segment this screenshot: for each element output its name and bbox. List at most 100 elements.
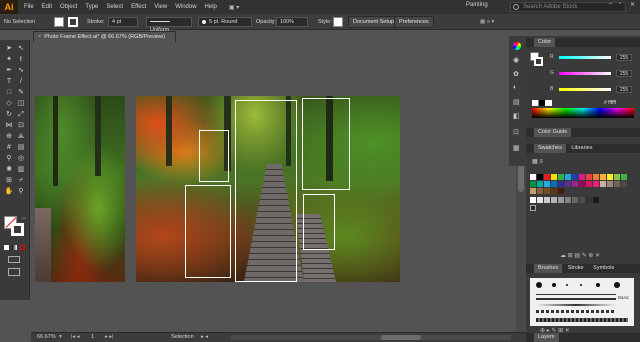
graphic-styles-icon[interactable]: ✿ [513, 70, 519, 78]
align-icon[interactable]: ▤ [513, 98, 520, 106]
transform-icon[interactable]: ⊡ [513, 128, 519, 136]
gradient-mode-icon[interactable] [12, 245, 17, 250]
blend-tool-icon[interactable]: ◎ [16, 154, 26, 163]
zoom-level[interactable]: 66.67% [37, 333, 56, 342]
opacity-field[interactable]: 100% [276, 17, 308, 27]
menu-help[interactable]: Help [205, 4, 217, 10]
frame-rectangle[interactable] [235, 100, 297, 282]
arrange-icon[interactable]: ▦ ≡ ▾ [480, 17, 494, 27]
color-mode-icon[interactable] [4, 245, 9, 250]
color-panel-icon[interactable] [513, 42, 521, 50]
none-mode-icon[interactable] [20, 245, 25, 250]
hex-field[interactable]: # ffffff [604, 100, 616, 106]
gradient-tool-icon[interactable]: ▤ [16, 143, 26, 152]
bridge-icon[interactable]: ▣ ▾ [229, 4, 239, 11]
swatch-grid[interactable] [530, 174, 634, 214]
preferences-button[interactable]: Preferences [394, 16, 434, 28]
slice-tool-icon[interactable]: ⌿ [16, 176, 26, 185]
opacity-label[interactable]: Opacity: [256, 17, 276, 27]
rectangle-tool-icon[interactable]: □ [4, 88, 14, 97]
horizontal-scroll-thumb[interactable] [381, 335, 421, 340]
transparency-icon[interactable]: ◐ [513, 84, 517, 91]
shaper-tool-icon[interactable]: ◇ [4, 99, 14, 108]
status-menu-icon[interactable]: ▸ ◂ [201, 333, 208, 342]
red-track[interactable] [559, 56, 611, 59]
lasso-tool-icon[interactable]: ℓ [16, 55, 26, 64]
frame-rectangle[interactable] [185, 185, 231, 278]
blue-track[interactable] [559, 88, 611, 91]
document-canvas[interactable] [31, 42, 526, 332]
column-graph-tool-icon[interactable]: ▥ [16, 165, 26, 174]
menu-type[interactable]: Type [85, 4, 98, 10]
free-transform-tool-icon[interactable]: ⊡ [16, 121, 26, 130]
variable-width-profile[interactable]: Uniform [146, 17, 192, 33]
symbol-sprayer-tool-icon[interactable]: ✺ [4, 165, 14, 174]
color-guide-header[interactable]: Color Guide [526, 128, 640, 137]
artboard-tool-icon[interactable]: ⊞ [4, 176, 14, 185]
direct-selection-tool-icon[interactable]: ↖ [16, 44, 26, 53]
graphic-style-swatch[interactable] [333, 17, 343, 27]
mesh-tool-icon[interactable]: # [4, 143, 14, 152]
appearance-panel-icon[interactable]: ◉ [513, 56, 519, 64]
selection-tool-icon[interactable]: ➤ [4, 44, 14, 53]
horizontal-scrollbar[interactable] [231, 335, 511, 340]
maximize-button[interactable]: ▫ [619, 1, 621, 7]
scale-tool-icon[interactable]: ⤢ [16, 110, 26, 119]
document-setup-button[interactable]: Document Setup [348, 16, 399, 28]
stroke-weight-field[interactable]: 4 pt [108, 17, 138, 27]
stroke-swatch[interactable] [68, 17, 78, 27]
brush-stroke[interactable] [536, 310, 616, 313]
hand-tool-icon[interactable]: ✋ [4, 187, 14, 196]
type-tool-icon[interactable]: T [4, 77, 14, 86]
fill-swatch[interactable] [54, 17, 64, 27]
brush-stroke[interactable] [536, 294, 616, 295]
artboard-nav-first[interactable]: |◂ ◂ [71, 333, 79, 342]
none-white-black-swatches[interactable] [532, 100, 552, 106]
menu-edit[interactable]: Edit [42, 4, 52, 10]
layers-header[interactable]: Layers [526, 333, 640, 342]
brushes-header[interactable]: Brushes Stroke Symbols [526, 264, 640, 273]
libraries-tab[interactable]: Libraries [567, 144, 596, 153]
brush-stroke[interactable] [536, 298, 616, 300]
shape-builder-tool-icon[interactable]: ⊕ [4, 132, 14, 141]
brush-library[interactable]: Basic [530, 278, 634, 326]
frame-rectangle[interactable] [199, 130, 229, 182]
color-guide-tab[interactable]: Color Guide [534, 128, 572, 137]
close-window-button[interactable]: ✕ [630, 1, 635, 8]
brush-stroke[interactable] [536, 304, 616, 306]
magic-wand-tool-icon[interactable]: ✦ [4, 55, 14, 64]
rotate-tool-icon[interactable]: ↻ [4, 110, 14, 119]
close-document-icon[interactable]: × [38, 34, 41, 40]
stroke-tab[interactable]: Stroke [564, 264, 588, 273]
brush-definition[interactable]: 5 pt. Round [198, 17, 252, 27]
artboards-icon[interactable]: ▦ [513, 144, 520, 152]
brush-dot[interactable] [552, 283, 556, 287]
swap-fill-stroke-icon[interactable]: ↔ [21, 215, 27, 221]
menu-effect[interactable]: Effect [131, 4, 146, 10]
menu-object[interactable]: Object [60, 4, 77, 10]
workspace-switcher[interactable]: Painting [466, 2, 488, 8]
artboard-number[interactable]: 1 [91, 333, 94, 342]
swatches-footer-icons[interactable]: ☁ ⊞ ▤ ✎ ⊕ ✕ [560, 252, 600, 259]
width-tool-icon[interactable]: ⋈ [4, 121, 14, 130]
menu-file[interactable]: File [24, 4, 34, 10]
zoom-tool-icon[interactable]: ⚲ [16, 187, 26, 196]
brush-dot[interactable] [566, 284, 568, 286]
zoom-dropdown-icon[interactable]: ▾ [59, 333, 62, 342]
blue-value[interactable]: 255 [616, 86, 632, 93]
artboard-nav-next[interactable]: ▸ ▸| [105, 333, 113, 342]
pen-tool-icon[interactable]: ✒ [4, 66, 14, 75]
swatches-header[interactable]: Swatches Libraries [526, 144, 640, 153]
paintbrush-tool-icon[interactable]: ✎ [16, 88, 26, 97]
green-value[interactable]: 255 [616, 70, 632, 77]
line-tool-icon[interactable]: / [16, 77, 26, 86]
swatches-tab[interactable]: Swatches [534, 144, 566, 153]
brush-dot[interactable] [536, 282, 542, 288]
menu-select[interactable]: Select [106, 4, 123, 10]
pathfinder-icon[interactable]: ◧ [513, 112, 520, 120]
red-slider[interactable]: R 255 [532, 54, 638, 62]
color-panel-header[interactable]: Color [526, 38, 640, 47]
screen-mode-icon[interactable] [8, 268, 20, 276]
green-track[interactable] [559, 72, 611, 75]
brushes-tab[interactable]: Brushes [534, 264, 563, 273]
